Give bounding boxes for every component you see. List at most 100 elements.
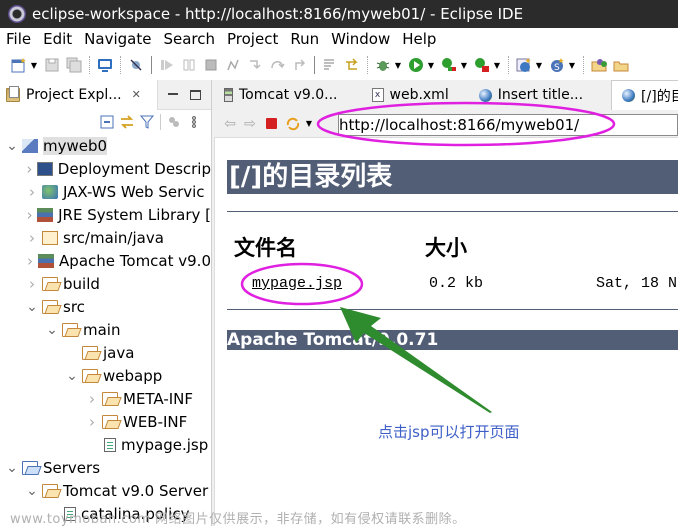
editor-tabbar: Tomcat v9.0... x web.xml Insert title...… xyxy=(214,80,678,110)
menu-file[interactable]: File xyxy=(0,30,37,48)
new-java-class-dropdown-icon[interactable]: ▼ xyxy=(568,57,576,73)
disconnect-icon[interactable] xyxy=(225,57,241,73)
tree-item[interactable]: › build xyxy=(0,272,211,295)
coverage-dropdown-icon[interactable]: ▼ xyxy=(460,57,468,73)
tab-insert-title[interactable]: Insert title... xyxy=(459,80,593,110)
globe-icon xyxy=(478,88,492,102)
tree-item[interactable]: mypage.jsp xyxy=(0,433,211,456)
debug-icon[interactable] xyxy=(375,57,391,73)
save-all-icon[interactable] xyxy=(66,57,82,73)
tab-label: Tomcat v9.0... xyxy=(239,87,338,103)
coverage-icon[interactable] xyxy=(441,57,457,73)
menu-edit[interactable]: Edit xyxy=(37,30,78,48)
menu-project[interactable]: Project xyxy=(221,30,284,48)
save-icon[interactable] xyxy=(44,57,60,73)
terminate-icon[interactable] xyxy=(203,57,219,73)
tree-item[interactable]: ⌄ Servers xyxy=(0,456,211,479)
menu-run[interactable]: Run xyxy=(284,30,325,48)
tree-item[interactable]: › JRE System Library [ xyxy=(0,203,211,226)
chevron-right-icon[interactable]: › xyxy=(26,160,33,178)
step-into-icon[interactable] xyxy=(247,57,263,73)
tree-item-label: src xyxy=(63,297,85,316)
new-icon[interactable] xyxy=(11,57,27,73)
debug-dropdown-icon[interactable]: ▼ xyxy=(394,57,402,73)
svg-text:S: S xyxy=(554,63,560,73)
chevron-down-icon[interactable]: ⌄ xyxy=(26,484,38,498)
chevron-right-icon[interactable]: › xyxy=(26,229,38,247)
stop-icon[interactable] xyxy=(266,118,277,129)
chevron-right-icon[interactable]: › xyxy=(26,275,38,293)
tree-item[interactable]: › Apache Tomcat v9.0 xyxy=(0,249,211,272)
suspend-icon[interactable] xyxy=(181,57,197,73)
run-icon[interactable] xyxy=(408,57,424,73)
tree-item[interactable]: › META-INF xyxy=(0,387,211,410)
open-type-icon[interactable] xyxy=(591,57,607,73)
new-dropdown-icon[interactable]: ▼ xyxy=(30,57,38,73)
folder-icon xyxy=(42,299,58,314)
chevron-down-icon[interactable]: ⌄ xyxy=(6,461,18,475)
refresh-icon[interactable] xyxy=(285,116,301,132)
library-icon xyxy=(37,207,54,222)
resume-icon[interactable] xyxy=(159,57,175,73)
chevron-right-icon[interactable]: › xyxy=(26,183,38,201)
editor-area: Tomcat v9.0... x web.xml Insert title...… xyxy=(214,80,678,526)
chevron-right-icon[interactable]: › xyxy=(26,252,34,270)
drop-to-frame-icon[interactable] xyxy=(344,57,360,73)
tree-item[interactable]: ⌄ src xyxy=(0,295,211,318)
tab-project-explorer[interactable]: Project Expl... ✕ xyxy=(0,79,158,110)
forward-icon[interactable]: ⇨ xyxy=(242,116,258,132)
url-input[interactable] xyxy=(338,114,678,136)
chevron-down-icon[interactable]: ⌄ xyxy=(66,369,78,383)
external-tools-icon[interactable] xyxy=(474,57,490,73)
run-dropdown-icon[interactable]: ▼ xyxy=(427,57,435,73)
tree-item[interactable]: ⌄ myweb0 xyxy=(0,134,211,157)
step-over-icon[interactable] xyxy=(269,57,285,73)
tree-item-label: build xyxy=(63,274,100,293)
open-folder-icon[interactable] xyxy=(613,57,629,73)
maximize-icon[interactable] xyxy=(190,89,201,100)
external-tools-dropdown-icon[interactable]: ▼ xyxy=(493,57,501,73)
tree-item[interactable]: ⌄ main xyxy=(0,318,211,341)
tree-item[interactable]: java xyxy=(0,341,211,364)
skip-breakpoints-icon[interactable] xyxy=(128,57,144,73)
tab-directory-listing[interactable]: [/]的目 xyxy=(611,80,678,110)
menu-search[interactable]: Search xyxy=(157,30,221,48)
chevron-right-icon[interactable]: › xyxy=(26,206,33,224)
tree-item[interactable]: › WEB-INF xyxy=(0,410,211,433)
tree-item[interactable]: ⌄ Tomcat v9.0 Server xyxy=(0,479,211,502)
chevron-right-icon[interactable]: › xyxy=(86,413,98,431)
tab-tomcat-server[interactable]: Tomcat v9.0... xyxy=(214,80,348,110)
new-java-class-icon[interactable]: S xyxy=(549,57,565,73)
filter-icon[interactable] xyxy=(140,115,154,129)
tree-item[interactable]: › JAX-WS Web Servic xyxy=(0,180,211,203)
tree-item[interactable]: › Deployment Descrip xyxy=(0,157,211,180)
chevron-down-icon[interactable]: ⌄ xyxy=(46,323,58,337)
chevron-down-icon[interactable]: ⌄ xyxy=(6,139,18,153)
toolbar-separator xyxy=(120,56,121,74)
console-icon[interactable] xyxy=(97,57,113,73)
step-return-icon[interactable] xyxy=(291,57,307,73)
url-dropdown-icon[interactable]: ▼ xyxy=(305,116,313,132)
tree-item-label: JRE System Library [ xyxy=(58,205,211,224)
link-with-editor-icon[interactable] xyxy=(120,115,134,129)
tree-item[interactable]: ⌄ webapp xyxy=(0,364,211,387)
focus-icon[interactable] xyxy=(167,115,181,129)
view-menu-icon[interactable] xyxy=(187,115,201,129)
toolbar-separator xyxy=(508,56,509,74)
use-step-filters-icon[interactable] xyxy=(322,57,338,73)
menu-help[interactable]: Help xyxy=(396,30,442,48)
back-icon[interactable]: ⇦ xyxy=(222,116,238,132)
menu-window[interactable]: Window xyxy=(325,30,396,48)
tab-label: web.xml xyxy=(389,87,449,103)
new-server-dropdown-icon[interactable]: ▼ xyxy=(535,57,543,73)
tree-item[interactable]: › src/main/java xyxy=(0,226,211,249)
file-link-mypage-jsp[interactable]: mypage.jsp xyxy=(252,275,342,292)
chevron-right-icon[interactable]: › xyxy=(86,390,98,408)
collapse-all-icon[interactable] xyxy=(100,115,114,129)
tab-web-xml[interactable]: x web.xml xyxy=(348,80,459,110)
menu-navigate[interactable]: Navigate xyxy=(78,30,157,48)
chevron-down-icon[interactable]: ⌄ xyxy=(26,300,38,314)
close-icon[interactable]: ✕ xyxy=(132,88,141,101)
new-server-icon[interactable] xyxy=(516,57,532,73)
minimize-icon[interactable] xyxy=(168,93,178,96)
